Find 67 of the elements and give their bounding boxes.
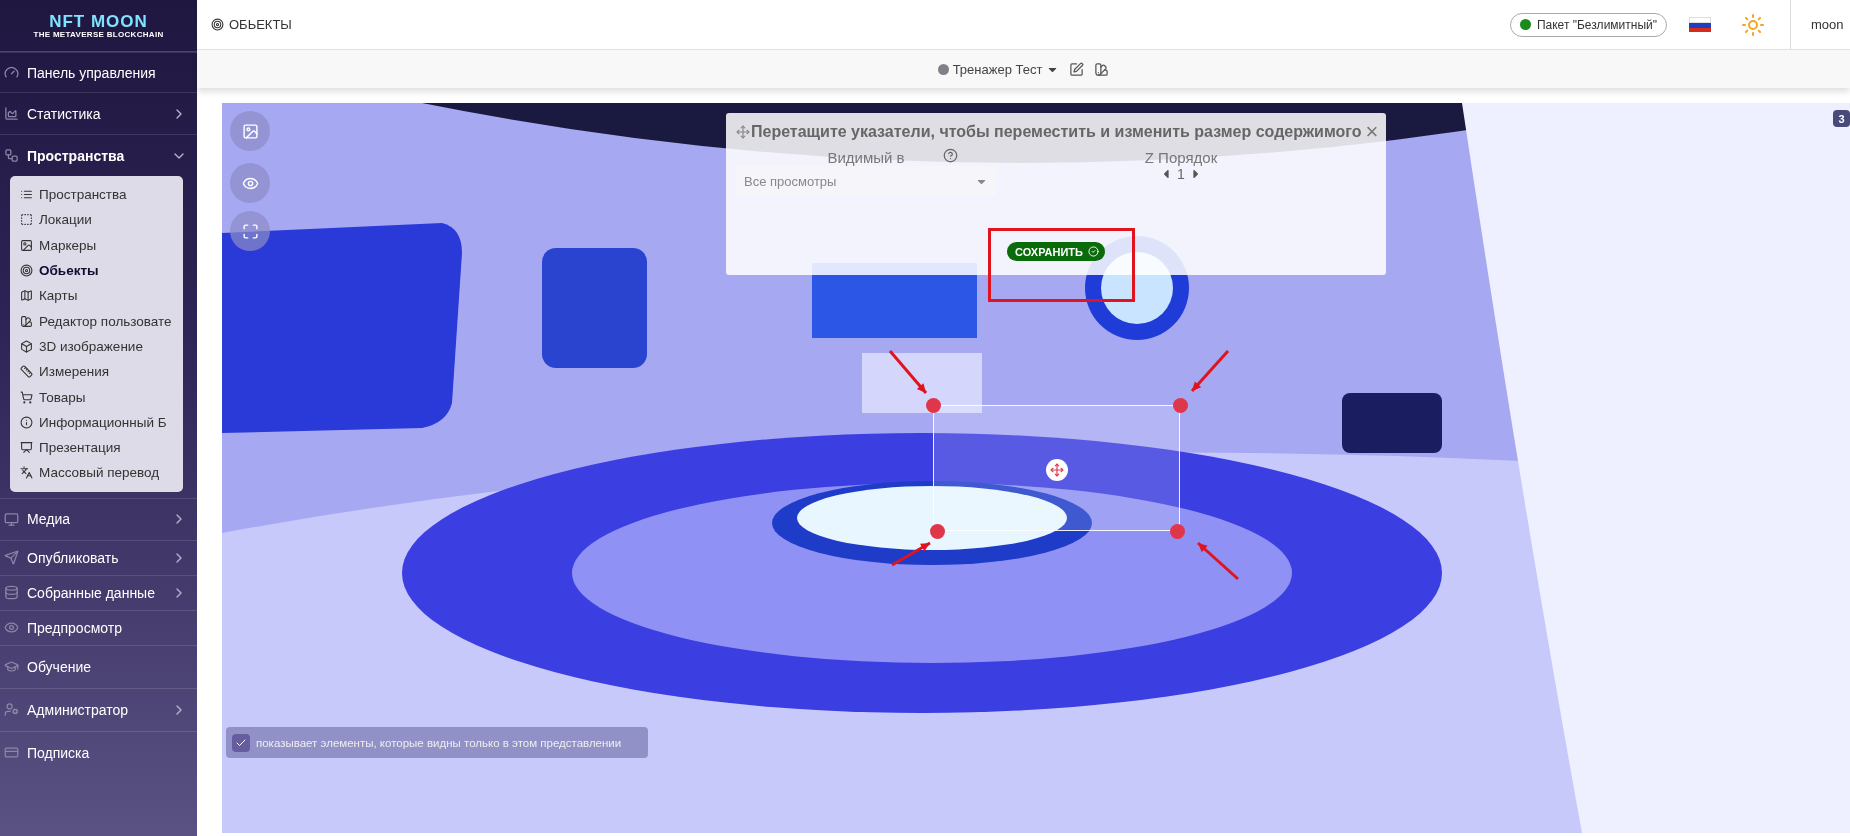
submenu-item[interactable]: Карты xyxy=(20,283,183,309)
checkbox-label: показывает элементы, которые видны только в этом представлении xyxy=(256,736,622,749)
submenu-item[interactable]: Редактор пользовате xyxy=(20,308,183,334)
cart-icon xyxy=(20,390,33,404)
move-icon[interactable] xyxy=(736,125,750,139)
sidebar-item[interactable]: Администратор xyxy=(0,687,197,731)
map-icon xyxy=(20,289,33,303)
user-icon xyxy=(4,702,19,718)
submenu-item[interactable]: Локации xyxy=(20,207,183,233)
annotation-arrow xyxy=(1197,541,1239,581)
submenu-item[interactable]: Обьекты xyxy=(20,257,183,284)
page-title: ОБЬЕКТЫ xyxy=(211,17,292,32)
paper-plane-icon xyxy=(4,550,19,566)
nodes-icon xyxy=(4,148,19,163)
ruler-icon xyxy=(20,365,33,379)
edit-icon[interactable] xyxy=(1069,61,1085,77)
dialog-title: Перетащите указатели, чтобы переместить и изменить размер содержимого xyxy=(751,123,1362,141)
graduation-icon xyxy=(4,659,19,675)
swatch-icon[interactable] xyxy=(1094,61,1110,77)
gauge-icon xyxy=(4,65,19,80)
info-icon xyxy=(20,415,33,429)
submenu-item[interactable]: Информационный Б xyxy=(20,409,183,435)
logo-title: NFT MOON xyxy=(49,12,148,30)
monitor-icon xyxy=(4,511,19,527)
sidebar-item[interactable]: Обучение xyxy=(0,644,197,688)
flag-icon[interactable] xyxy=(1689,17,1711,32)
chart-icon xyxy=(4,106,19,121)
count-badge: 3 xyxy=(1833,110,1850,127)
space-selector[interactable]: Тренажер Тест xyxy=(937,61,1060,77)
submenu-item[interactable]: Товары xyxy=(20,384,183,410)
help-icon[interactable] xyxy=(943,148,958,163)
sidebar-item[interactable]: Предпросмотр xyxy=(0,609,197,645)
sidebar-item[interactable]: Подписка xyxy=(0,730,197,774)
database-icon xyxy=(4,585,19,601)
annotation-arrow xyxy=(888,350,928,394)
card-icon xyxy=(4,745,19,761)
cube-icon xyxy=(20,339,33,353)
annotation-arrow xyxy=(1190,350,1230,392)
image-icon xyxy=(241,122,259,140)
sidebar-item[interactable]: Опубликовать xyxy=(0,539,197,575)
target-icon xyxy=(211,18,224,31)
z-order-value: 1 xyxy=(1177,166,1185,182)
sidebar-item[interactable]: Статистика xyxy=(0,92,197,134)
submenu-item[interactable]: Измерения xyxy=(20,359,183,385)
frame-icon xyxy=(20,213,33,227)
submenu-item[interactable]: Пространства xyxy=(20,182,183,208)
submenu-item[interactable]: Маркеры xyxy=(20,232,183,258)
logo-tagline: THE METAVERSE BLOCKCHAIN xyxy=(33,29,164,39)
selection-frame[interactable] xyxy=(933,405,1180,531)
sidebar-item[interactable]: Собранные данные xyxy=(0,574,197,610)
image-icon xyxy=(20,238,33,252)
target-icon xyxy=(20,264,33,278)
field-label: Z Порядок xyxy=(1144,149,1218,166)
user-name[interactable]: moon xyxy=(1790,0,1850,50)
check-icon xyxy=(1087,246,1099,257)
submenu-item[interactable]: Презентация xyxy=(20,434,183,461)
submenu-item[interactable]: Массовый перевод xyxy=(20,460,183,486)
save-button[interactable]: СОХРАНИТЬ xyxy=(1007,242,1105,261)
presentation-icon xyxy=(20,441,33,455)
field-label: Видимый в xyxy=(827,149,905,166)
annotation-arrow xyxy=(891,541,931,567)
submenu-item[interactable]: 3D изображение xyxy=(20,333,183,360)
eye-icon xyxy=(4,620,19,636)
swatch-icon xyxy=(20,314,33,328)
fullscreen-icon xyxy=(241,222,259,240)
translate-icon xyxy=(20,466,33,480)
sidebar-item[interactable]: Медиа xyxy=(0,497,197,540)
